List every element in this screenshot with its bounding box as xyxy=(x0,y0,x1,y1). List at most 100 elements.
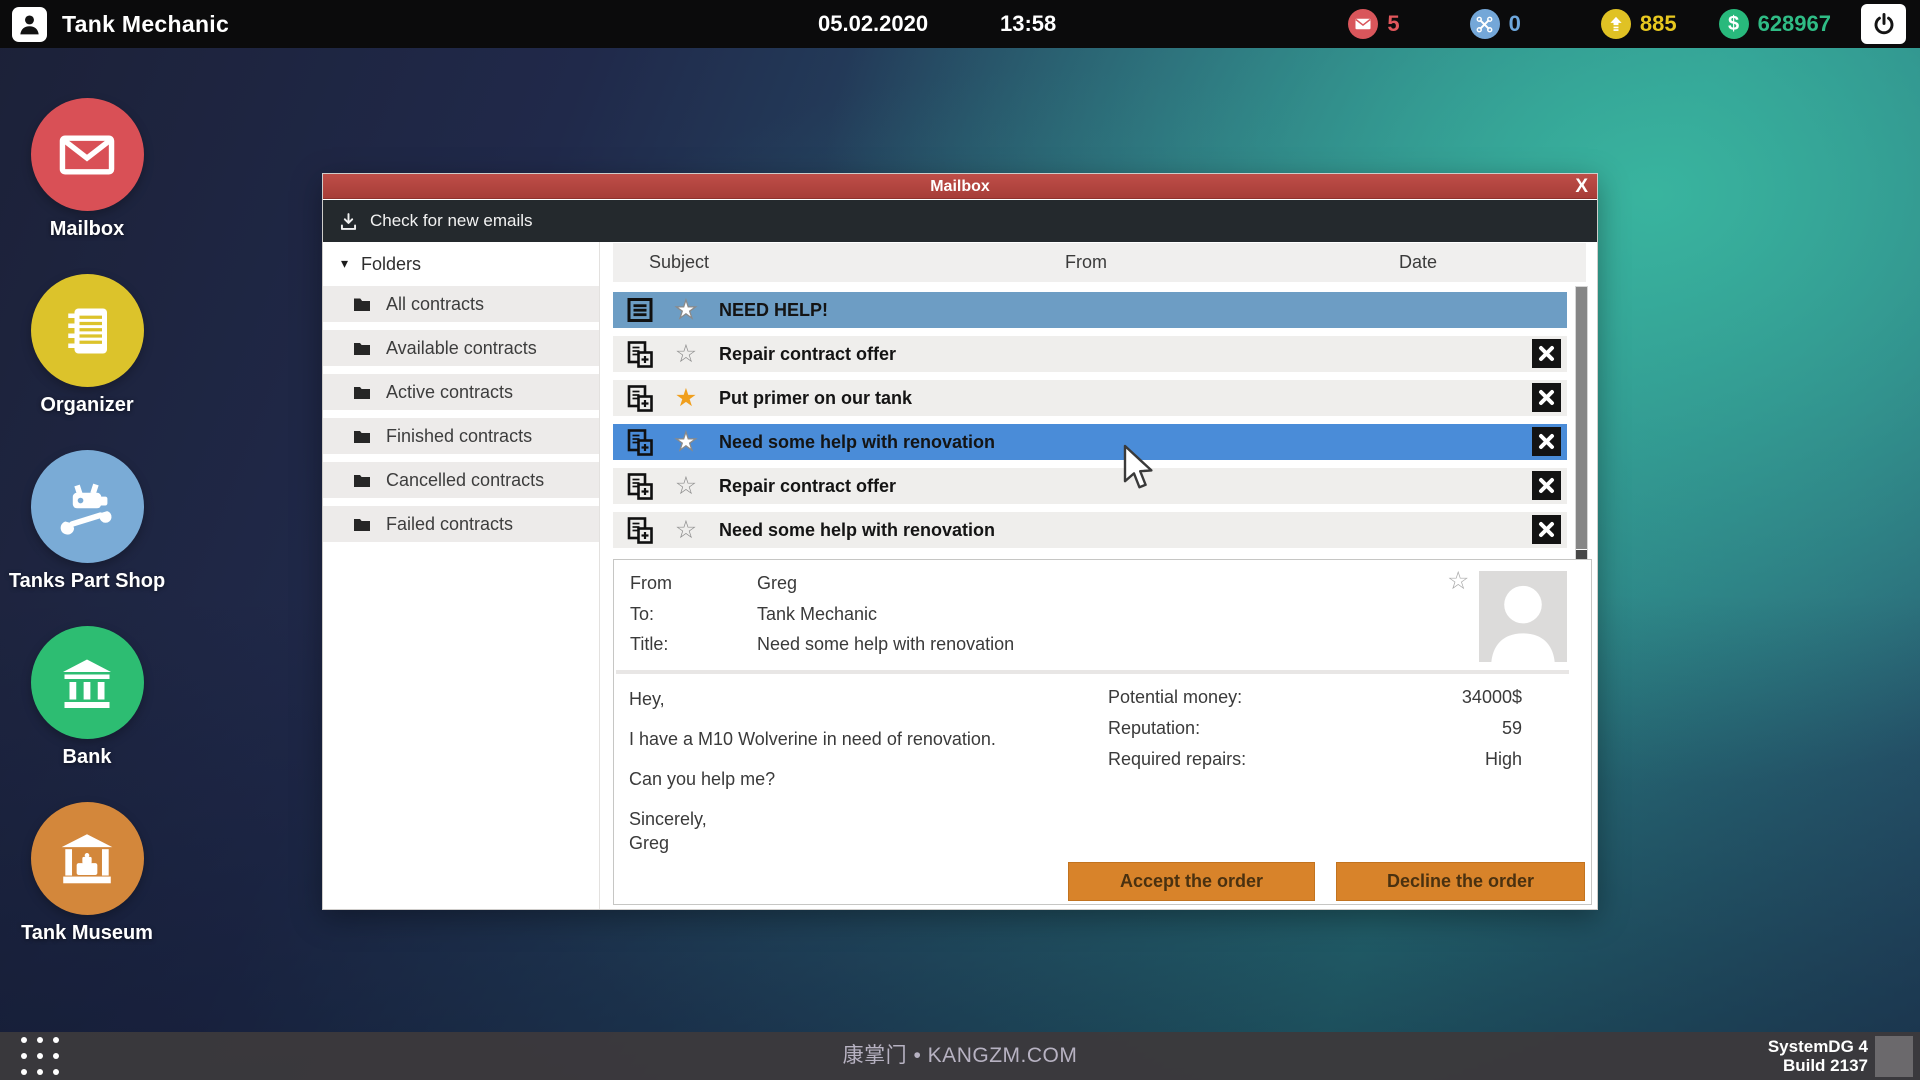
contract-offer-icon xyxy=(627,516,653,544)
folder-item-cancelled-contracts[interactable]: Cancelled contracts xyxy=(323,462,599,498)
app-launcher-button[interactable] xyxy=(21,1037,59,1075)
mail-body-line: Can you help me? xyxy=(629,769,776,789)
folder-item-active-contracts[interactable]: Active contracts xyxy=(323,374,599,410)
title-value: Need some help with renovation xyxy=(757,634,1015,654)
contract-offer-icon xyxy=(627,340,653,368)
mail-rows: ★ NEED HELP! ☆ Repair contract offer ★ P… xyxy=(613,292,1567,556)
folders-header-label: Folders xyxy=(361,253,422,274)
column-from: From xyxy=(1065,252,1107,272)
launcher-dot xyxy=(53,1037,59,1043)
to-label: To: xyxy=(630,604,655,624)
star-toggle[interactable]: ☆ xyxy=(672,340,700,368)
folder-item-available-contracts[interactable]: Available contracts xyxy=(323,330,599,366)
messages-count: 5 xyxy=(1387,11,1400,36)
desktop-icon-tanks-part-shop[interactable]: Tanks Part Shop xyxy=(9,450,165,593)
mail-toolbar[interactable]: Check for new emails xyxy=(323,200,1597,242)
folder-item-finished-contracts[interactable]: Finished contracts xyxy=(323,418,599,454)
status-badges: 5 0 885 $ 628967 xyxy=(1348,0,1906,48)
museum-icon xyxy=(30,802,144,915)
desktop-icon-organizer[interactable]: Organizer xyxy=(12,274,162,417)
delete-mail-button[interactable] xyxy=(1532,515,1561,544)
folder-item-label: All contracts xyxy=(386,293,485,314)
desktop-icon-column: Mailbox Organizer Tanks Part Shop Bank T… xyxy=(9,98,165,978)
contract-offer-icon xyxy=(627,384,653,412)
desktop-icon-label: Tank Museum xyxy=(21,922,153,944)
mail-row[interactable]: ☆ Need some help with renovation xyxy=(613,512,1567,548)
folder-icon xyxy=(354,342,370,355)
contract-offer-icon xyxy=(627,472,653,500)
person-icon xyxy=(20,15,39,35)
download-icon xyxy=(340,212,357,230)
close-window-button[interactable]: X xyxy=(1575,174,1588,199)
profile-icon[interactable] xyxy=(12,7,47,42)
delete-icon xyxy=(1539,346,1554,361)
required-repairs-value: High xyxy=(1484,749,1522,769)
dollar-icon: $ xyxy=(1718,9,1749,39)
organizer-icon xyxy=(30,274,144,387)
reputation-label: Reputation: xyxy=(1108,718,1201,738)
mail-list-pane: Subject From Date ★ NEED HELP! ☆ Repair … xyxy=(600,242,1597,909)
mail-list-scrollbar[interactable] xyxy=(1575,286,1588,565)
system-name: SystemDG 4 xyxy=(1767,1037,1868,1056)
detail-star-toggle[interactable]: ☆ xyxy=(1447,566,1469,595)
desktop-icon-mailbox[interactable]: Mailbox xyxy=(12,98,162,241)
app-title: Tank Mechanic xyxy=(62,11,230,37)
column-date: Date xyxy=(1398,252,1438,272)
desktop-icon-label: Organizer xyxy=(40,394,134,416)
check-new-emails-button[interactable]: Check for new emails xyxy=(370,211,533,231)
xp-badge[interactable]: 885 xyxy=(1600,9,1677,39)
delete-mail-button[interactable] xyxy=(1532,471,1561,500)
bank-icon xyxy=(30,626,144,739)
money-count: 628967 xyxy=(1757,11,1831,36)
desktop-icon-label: Mailbox xyxy=(49,218,125,240)
mail-row[interactable]: ★ Need some help with renovation xyxy=(613,424,1567,460)
desktop-icon-label: Bank xyxy=(62,746,112,768)
mailbox-icon xyxy=(30,98,144,211)
star-toggle[interactable]: ★ xyxy=(672,384,700,412)
sender-avatar xyxy=(1479,571,1567,662)
required-repairs-label: Required repairs: xyxy=(1108,749,1247,769)
mail-subject: Put primer on our tank xyxy=(719,387,913,408)
accept-order-button[interactable]: Accept the order xyxy=(1068,862,1315,901)
from-value: Greg xyxy=(757,573,798,593)
star-toggle[interactable]: ★ xyxy=(672,427,700,456)
launcher-dot xyxy=(53,1069,59,1075)
window-titlebar[interactable]: Mailbox X xyxy=(323,174,1597,199)
repairs-badge[interactable]: 0 xyxy=(1469,9,1521,39)
messages-badge[interactable]: 5 xyxy=(1348,9,1400,39)
star-toggle[interactable]: ★ xyxy=(672,295,700,324)
scrollbar-thumb[interactable] xyxy=(1576,287,1587,549)
delete-icon xyxy=(1539,434,1554,449)
delete-mail-button[interactable] xyxy=(1532,427,1561,456)
folder-item-label: Available contracts xyxy=(386,337,537,358)
potential-money-value: 34000$ xyxy=(1461,687,1522,707)
folder-item-failed-contracts[interactable]: Failed contracts xyxy=(323,506,599,542)
decline-order-button[interactable]: Decline the order xyxy=(1336,862,1585,901)
star-toggle[interactable]: ☆ xyxy=(672,516,700,544)
launcher-dot xyxy=(21,1053,27,1059)
from-label: From xyxy=(630,573,672,593)
delete-icon xyxy=(1539,522,1554,537)
folder-item-all-contracts[interactable]: All contracts xyxy=(323,286,599,322)
mail-icon xyxy=(1348,9,1379,39)
star-toggle[interactable]: ☆ xyxy=(672,472,700,500)
title-label: Title: xyxy=(630,634,669,654)
mail-row[interactable]: ★ NEED HELP! xyxy=(613,292,1567,328)
mail-row[interactable]: ☆ Repair contract offer xyxy=(613,468,1567,504)
mail-row[interactable]: ☆ Repair contract offer xyxy=(613,336,1567,372)
delete-mail-button[interactable] xyxy=(1532,339,1561,368)
watermark-text: 康掌门 • KANGZM.COM xyxy=(842,1044,1078,1067)
folder-item-label: Cancelled contracts xyxy=(386,469,545,490)
delete-mail-button[interactable] xyxy=(1532,383,1561,412)
mail-subject: Repair contract offer xyxy=(719,475,897,496)
repairs-count: 0 xyxy=(1508,11,1521,36)
engine-wrench-icon xyxy=(30,450,144,563)
desktop-icon-tank-museum[interactable]: Tank Museum xyxy=(12,802,162,945)
folders-header[interactable]: ▾ Folders xyxy=(323,242,599,286)
folder-icon xyxy=(354,518,370,531)
mail-row[interactable]: ★ Put primer on our tank xyxy=(613,380,1567,416)
message-icon xyxy=(627,297,653,322)
power-button[interactable] xyxy=(1861,4,1906,44)
money-badge[interactable]: $ 628967 xyxy=(1718,9,1831,39)
desktop-icon-bank[interactable]: Bank xyxy=(12,626,162,769)
